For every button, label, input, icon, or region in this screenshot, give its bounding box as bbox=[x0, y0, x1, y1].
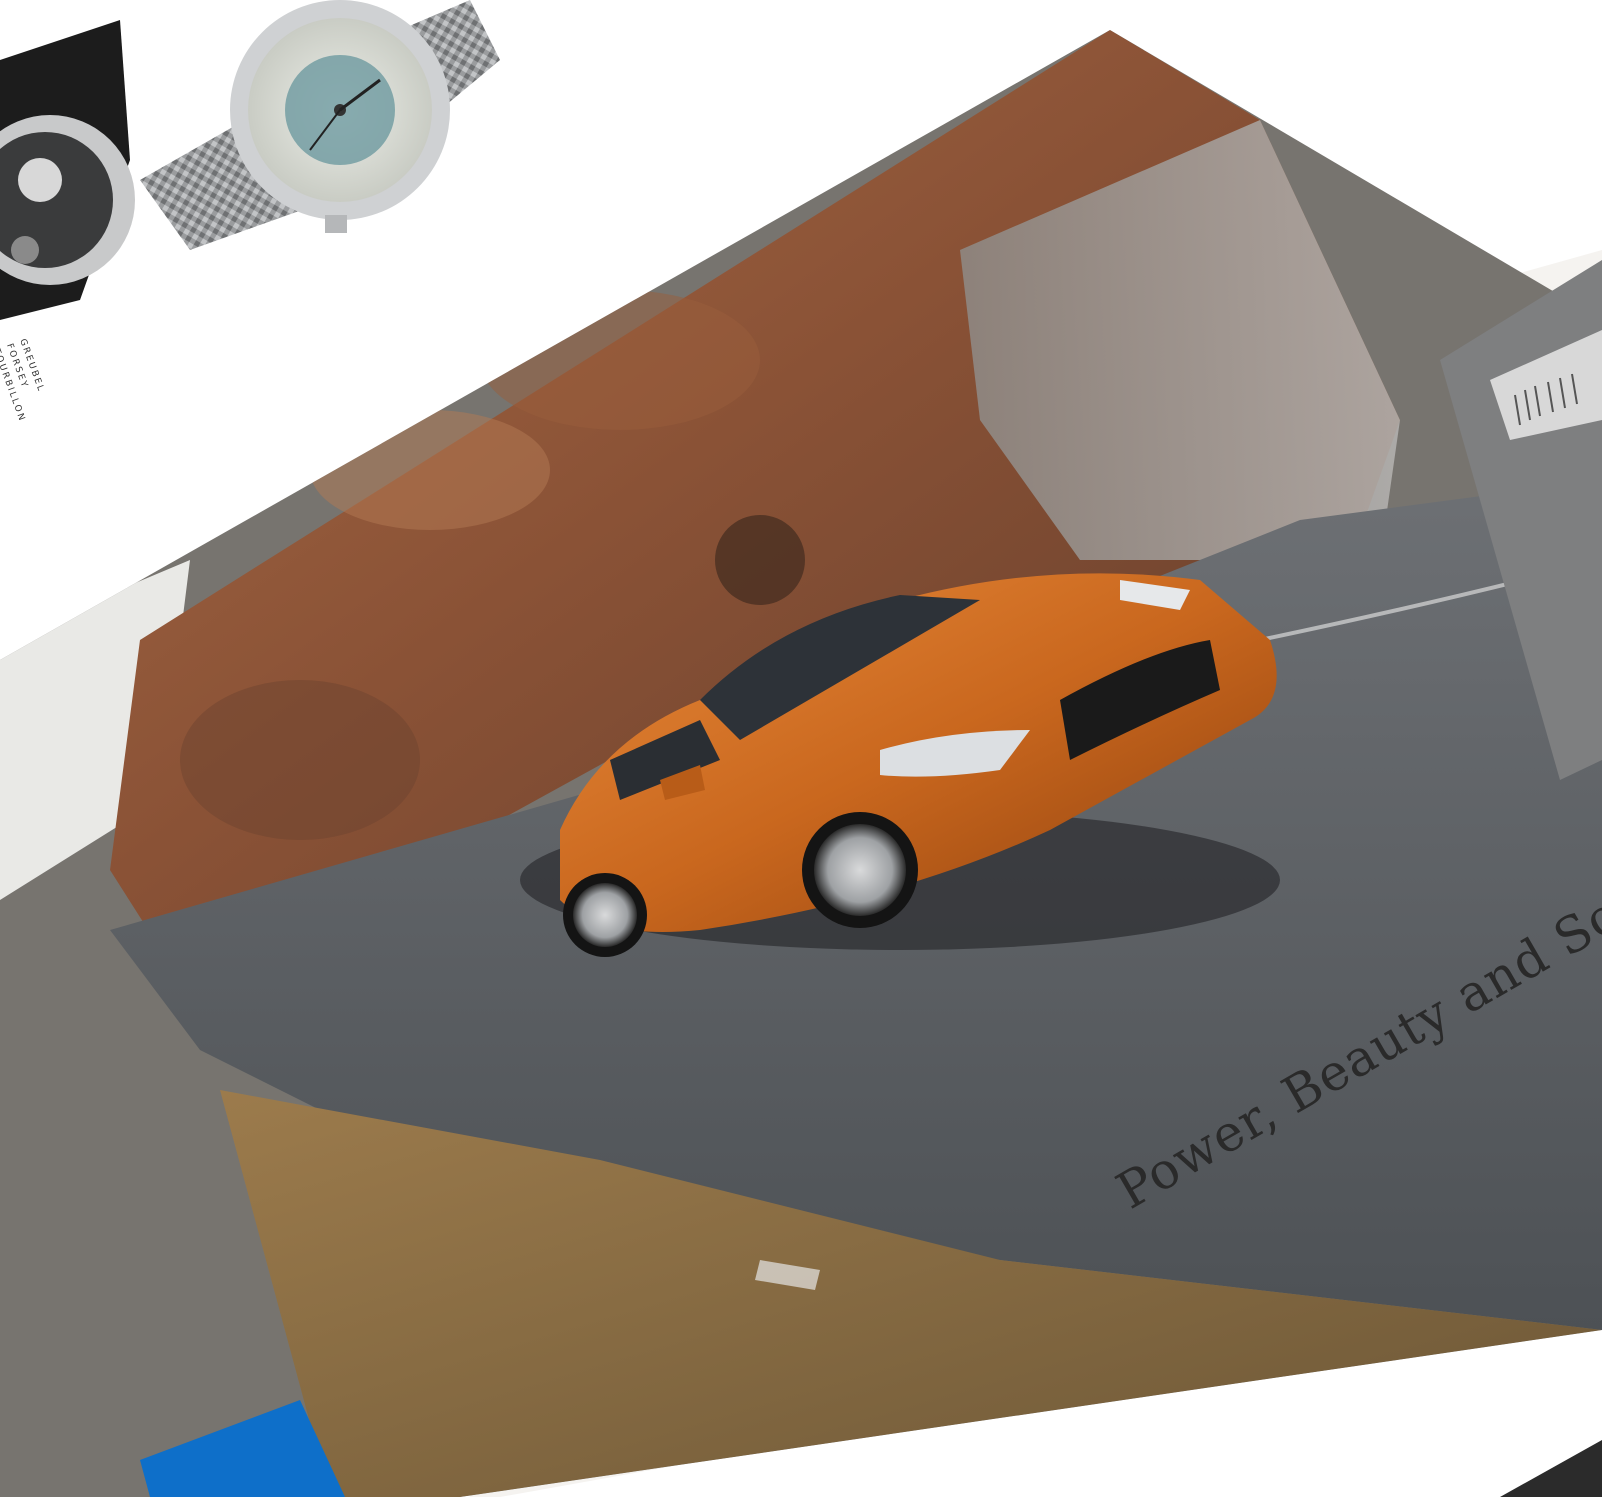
magazine-collage: GREUBEL FORSEY TOURBILLON Power, Beauty … bbox=[0, 0, 1602, 1497]
collage-svg: GREUBEL FORSEY TOURBILLON Power, Beauty … bbox=[0, 0, 1602, 1497]
